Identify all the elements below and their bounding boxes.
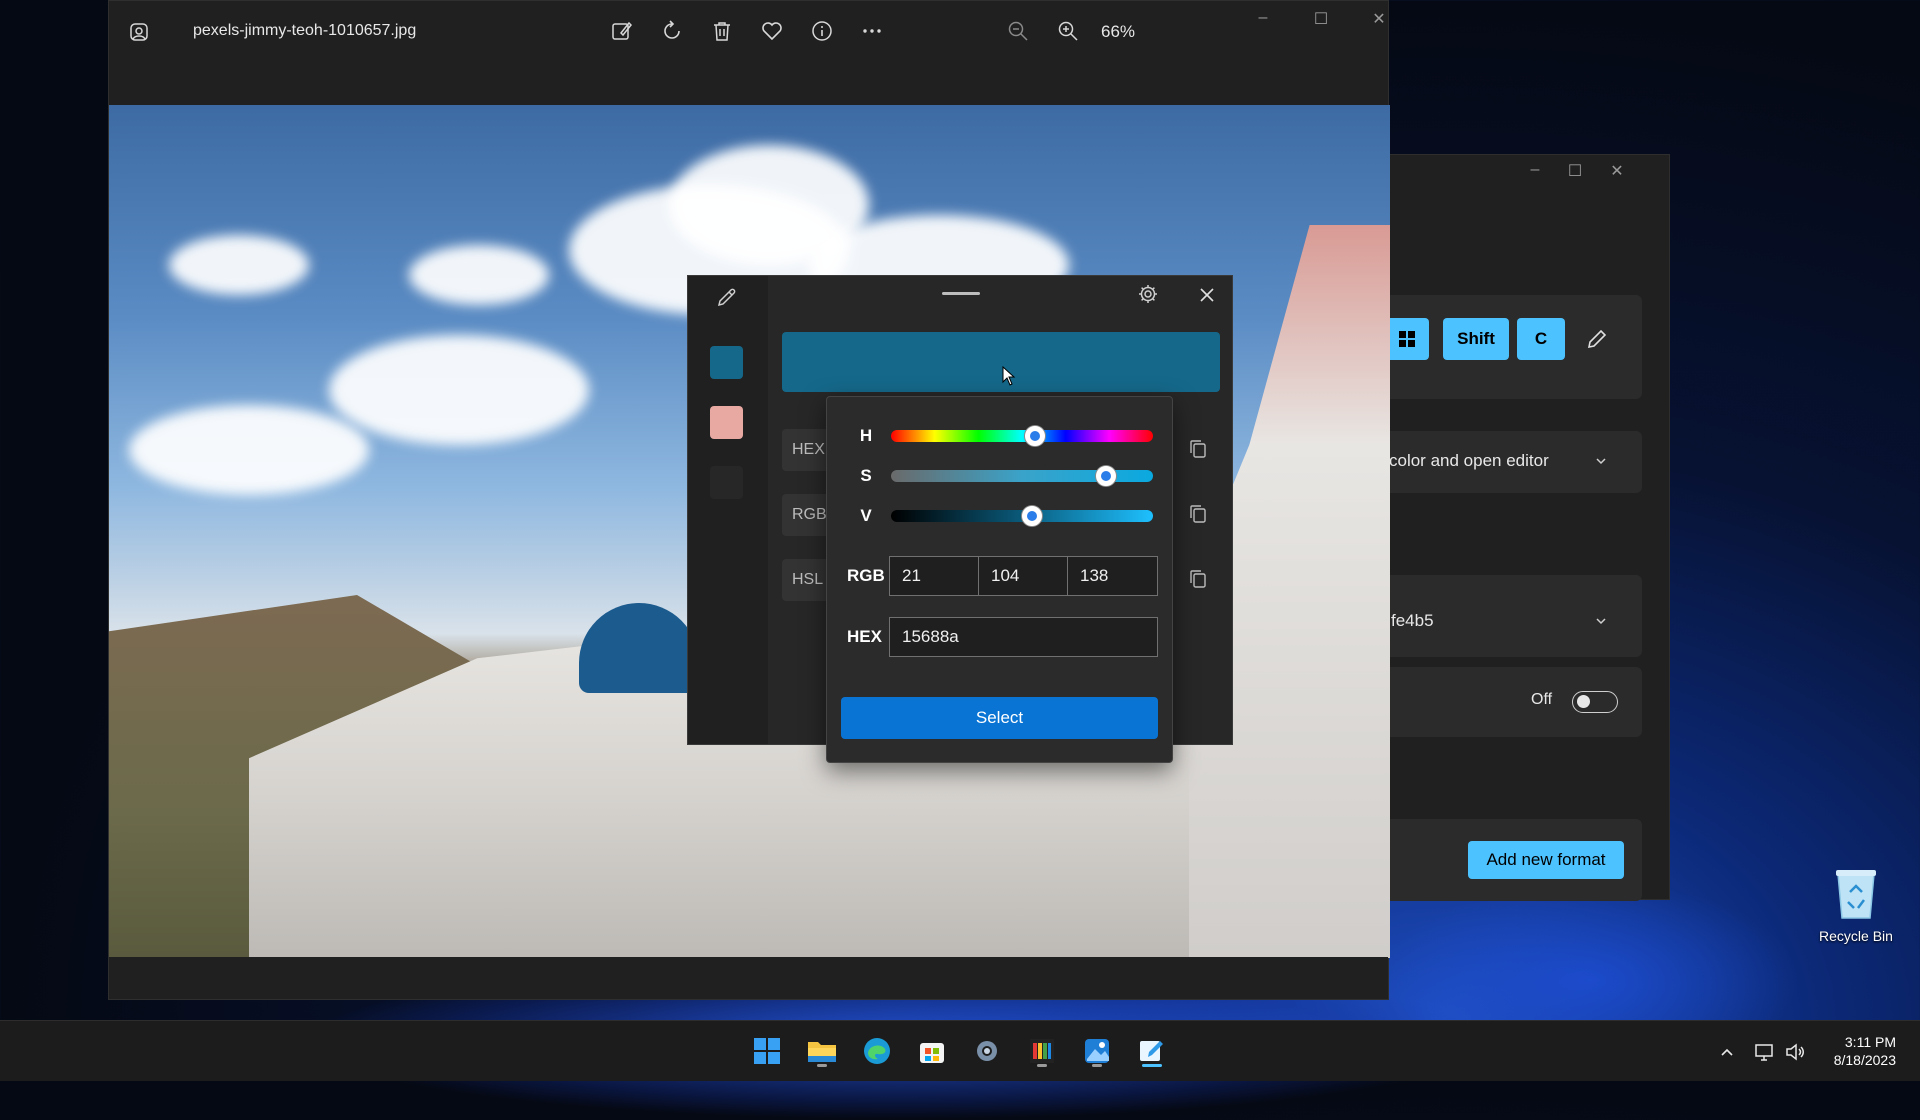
chevron-down-icon — [1595, 455, 1607, 467]
history-swatch[interactable] — [710, 346, 743, 379]
mouse-cursor — [1002, 366, 1016, 386]
history-swatch[interactable] — [710, 406, 743, 439]
hex-label: HEX — [847, 627, 882, 646]
gear-icon[interactable] — [1137, 283, 1159, 305]
setting-toggle[interactable] — [1572, 691, 1618, 713]
select-button[interactable]: Select — [841, 697, 1158, 739]
zoom-in-icon[interactable] — [1055, 18, 1081, 44]
maximize-button[interactable]: ☐ — [1555, 161, 1595, 185]
copy-icon[interactable] — [1178, 494, 1218, 534]
activation-behavior-dropdown[interactable]: color and open editor — [1385, 431, 1642, 493]
current-color-preview[interactable] — [782, 332, 1220, 392]
saturation-label: S — [860, 466, 872, 485]
info-icon[interactable] — [809, 18, 835, 44]
chevron-down-icon — [1595, 615, 1607, 627]
powertoys-settings-window: – ☐ ✕ Shift C color and open editor fe4b… — [1385, 154, 1670, 901]
zoom-out-icon[interactable] — [1005, 18, 1031, 44]
formats-card: Add new format — [1385, 819, 1642, 901]
hue-slider-thumb[interactable] — [1025, 426, 1046, 446]
history-swatch[interactable] — [710, 466, 743, 499]
file-explorer-icon[interactable] — [802, 1031, 842, 1071]
clock-date: 8/18/2023 — [1833, 1052, 1896, 1068]
rgb-label: RGB — [847, 566, 885, 585]
close-button[interactable]: ✕ — [1597, 161, 1637, 185]
photos-titlebar: pexels-jimmy-teoh-1010657.jpg 66% – ☐ ✕ — [109, 1, 1388, 61]
default-format-value: fe4b5 — [1391, 611, 1434, 630]
photos-app-icon — [126, 19, 152, 45]
toggle-card: Off — [1385, 667, 1642, 737]
saturation-slider[interactable] — [891, 466, 1153, 486]
c-key: C — [1517, 318, 1565, 360]
shift-key: Shift — [1443, 318, 1509, 360]
toggle-label: Off — [1531, 691, 1553, 708]
photos-icon[interactable] — [1077, 1031, 1117, 1071]
add-new-format-button[interactable]: Add new format — [1468, 841, 1624, 879]
activation-behavior-value: color and open editor — [1389, 451, 1549, 470]
rotate-icon[interactable] — [659, 18, 685, 44]
drag-handle[interactable] — [942, 292, 980, 295]
recycle-bin[interactable]: Recycle Bin — [1806, 866, 1906, 944]
eyedropper-icon[interactable] — [716, 286, 738, 308]
hue-slider[interactable] — [891, 426, 1153, 446]
default-format-dropdown[interactable]: fe4b5 — [1385, 601, 1635, 641]
color-picker-icon[interactable] — [1132, 1031, 1172, 1071]
edge-icon[interactable] — [857, 1031, 897, 1071]
close-button[interactable]: ✕ — [1359, 9, 1399, 33]
format-label-rgb: RGB — [782, 494, 827, 536]
photos-bottombar — [109, 957, 1388, 999]
minimize-button[interactable]: – — [1243, 9, 1283, 33]
more-icon[interactable] — [859, 18, 885, 44]
format-label-hsl: HSL — [782, 559, 826, 601]
saturation-slider-thumb[interactable] — [1095, 466, 1116, 486]
windows-icon — [1399, 331, 1415, 347]
maximize-button[interactable]: ☐ — [1301, 9, 1341, 33]
copy-icon[interactable] — [1178, 559, 1218, 599]
green-input[interactable]: 104 — [978, 556, 1068, 596]
blue-input[interactable]: 138 — [1067, 556, 1158, 596]
close-icon[interactable] — [1197, 285, 1217, 305]
hex-input[interactable]: 15688a — [889, 617, 1158, 657]
color-history-panel — [688, 276, 768, 744]
shortcut-card: Shift C — [1385, 295, 1642, 399]
recycle-bin-label: Recycle Bin — [1819, 928, 1893, 944]
value-slider-thumb[interactable] — [1022, 506, 1043, 526]
edit-shortcut-icon[interactable] — [1585, 327, 1609, 351]
recycle-bin-icon — [1836, 870, 1876, 919]
favorite-icon[interactable] — [759, 18, 785, 44]
start-icon[interactable] — [747, 1031, 787, 1071]
color-editor-flyout: H S V RGB 21 104 138 HEX 15688a Select — [826, 396, 1173, 763]
value-slider[interactable] — [891, 506, 1153, 526]
copy-icon[interactable] — [1178, 429, 1218, 469]
windows-key — [1385, 318, 1429, 360]
taskbar: 3:11 PM 8/18/2023 — [0, 1020, 1920, 1081]
red-input[interactable]: 21 — [889, 556, 979, 596]
value-label: V — [860, 506, 872, 525]
minimize-button[interactable]: – — [1515, 161, 1555, 185]
zoom-level[interactable]: 66% — [1101, 22, 1135, 42]
volume-icon[interactable] — [1784, 1041, 1806, 1063]
format-label-hex: HEX — [782, 429, 826, 471]
hue-label: H — [859, 426, 873, 445]
settings-icon[interactable] — [967, 1031, 1007, 1071]
store-icon[interactable] — [912, 1031, 952, 1071]
system-clock[interactable]: 3:11 PM 8/18/2023 — [1834, 1033, 1896, 1069]
default-format-card: fe4b5 — [1385, 575, 1642, 657]
clock-time: 3:11 PM — [1844, 1034, 1896, 1050]
photo-filename: pexels-jimmy-teoh-1010657.jpg — [193, 22, 417, 39]
network-icon[interactable] — [1754, 1041, 1776, 1063]
chevron-up-icon[interactable] — [1716, 1041, 1738, 1063]
color-app-icon[interactable] — [1022, 1031, 1062, 1071]
delete-icon[interactable] — [709, 18, 735, 44]
edit-image-icon[interactable] — [609, 18, 635, 44]
